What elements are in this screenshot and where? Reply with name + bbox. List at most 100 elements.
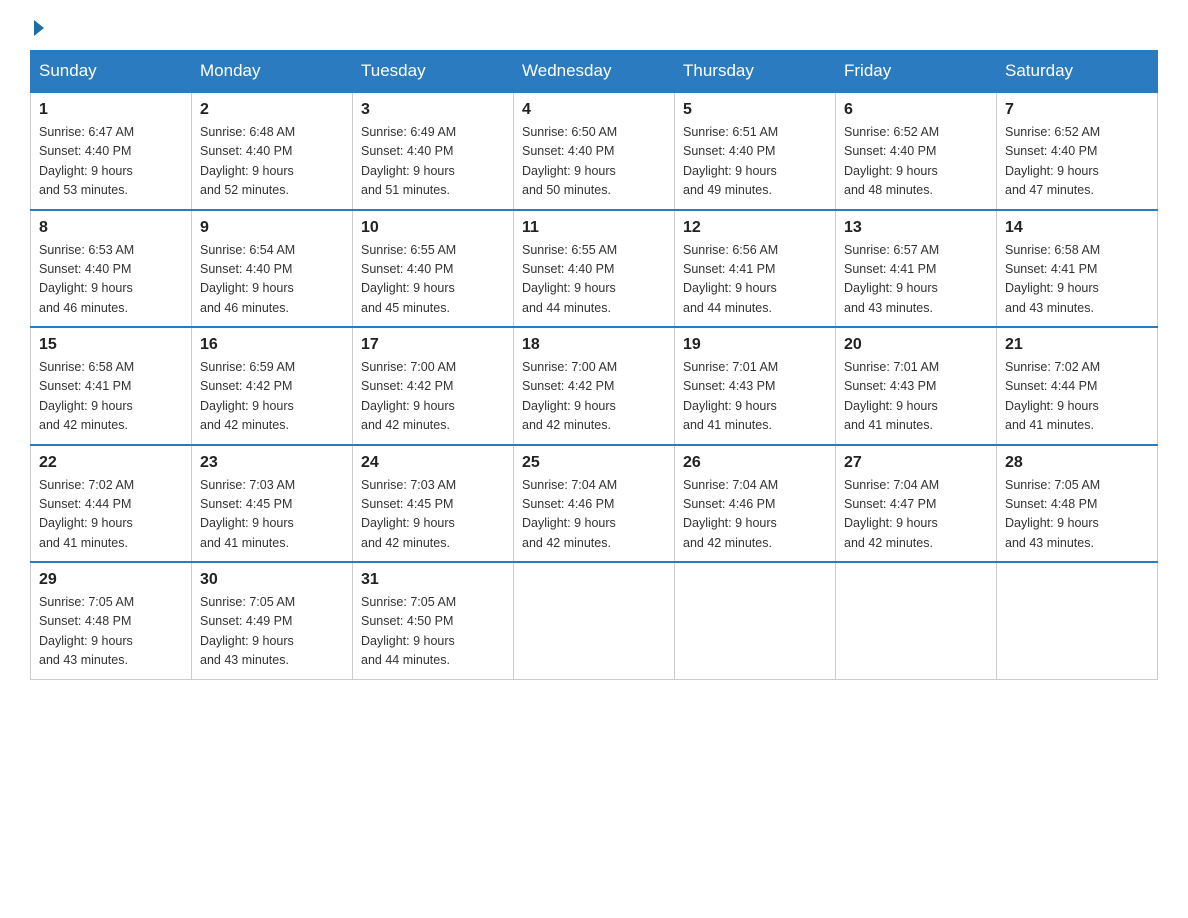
day-info: Sunrise: 6:59 AMSunset: 4:42 PMDaylight:…: [200, 360, 295, 432]
calendar-cell: 28 Sunrise: 7:05 AMSunset: 4:48 PMDaylig…: [997, 445, 1158, 563]
day-number: 6: [844, 101, 988, 119]
calendar-cell: 25 Sunrise: 7:04 AMSunset: 4:46 PMDaylig…: [514, 445, 675, 563]
calendar-header-row: SundayMondayTuesdayWednesdayThursdayFrid…: [31, 51, 1158, 93]
calendar-cell: 5 Sunrise: 6:51 AMSunset: 4:40 PMDayligh…: [675, 92, 836, 210]
day-number: 25: [522, 454, 666, 472]
calendar-cell: 9 Sunrise: 6:54 AMSunset: 4:40 PMDayligh…: [192, 210, 353, 328]
calendar-cell: 17 Sunrise: 7:00 AMSunset: 4:42 PMDaylig…: [353, 327, 514, 445]
day-info: Sunrise: 6:52 AMSunset: 4:40 PMDaylight:…: [844, 125, 939, 197]
day-info: Sunrise: 7:05 AMSunset: 4:48 PMDaylight:…: [39, 595, 134, 667]
calendar-cell: 1 Sunrise: 6:47 AMSunset: 4:40 PMDayligh…: [31, 92, 192, 210]
day-number: 30: [200, 571, 344, 589]
day-number: 21: [1005, 336, 1149, 354]
day-number: 11: [522, 219, 666, 237]
day-info: Sunrise: 6:55 AMSunset: 4:40 PMDaylight:…: [361, 243, 456, 315]
calendar-cell: 21 Sunrise: 7:02 AMSunset: 4:44 PMDaylig…: [997, 327, 1158, 445]
calendar-cell: 27 Sunrise: 7:04 AMSunset: 4:47 PMDaylig…: [836, 445, 997, 563]
calendar-cell: [514, 562, 675, 679]
day-number: 10: [361, 219, 505, 237]
day-info: Sunrise: 7:05 AMSunset: 4:49 PMDaylight:…: [200, 595, 295, 667]
day-number: 19: [683, 336, 827, 354]
day-number: 27: [844, 454, 988, 472]
calendar-cell: 3 Sunrise: 6:49 AMSunset: 4:40 PMDayligh…: [353, 92, 514, 210]
day-info: Sunrise: 7:04 AMSunset: 4:46 PMDaylight:…: [522, 478, 617, 550]
day-info: Sunrise: 6:57 AMSunset: 4:41 PMDaylight:…: [844, 243, 939, 315]
week-row-2: 8 Sunrise: 6:53 AMSunset: 4:40 PMDayligh…: [31, 210, 1158, 328]
header-wednesday: Wednesday: [514, 51, 675, 93]
day-number: 5: [683, 101, 827, 119]
calendar-cell: 8 Sunrise: 6:53 AMSunset: 4:40 PMDayligh…: [31, 210, 192, 328]
day-number: 3: [361, 101, 505, 119]
day-number: 13: [844, 219, 988, 237]
week-row-1: 1 Sunrise: 6:47 AMSunset: 4:40 PMDayligh…: [31, 92, 1158, 210]
day-number: 2: [200, 101, 344, 119]
calendar-cell: 10 Sunrise: 6:55 AMSunset: 4:40 PMDaylig…: [353, 210, 514, 328]
day-info: Sunrise: 6:53 AMSunset: 4:40 PMDaylight:…: [39, 243, 134, 315]
header-thursday: Thursday: [675, 51, 836, 93]
day-number: 15: [39, 336, 183, 354]
calendar-cell: 31 Sunrise: 7:05 AMSunset: 4:50 PMDaylig…: [353, 562, 514, 679]
day-info: Sunrise: 7:02 AMSunset: 4:44 PMDaylight:…: [39, 478, 134, 550]
logo-blue-text: [30, 20, 44, 34]
day-info: Sunrise: 7:03 AMSunset: 4:45 PMDaylight:…: [200, 478, 295, 550]
logo: [30, 20, 44, 34]
day-info: Sunrise: 6:50 AMSunset: 4:40 PMDaylight:…: [522, 125, 617, 197]
logo-arrow-icon: [34, 20, 44, 36]
calendar-cell: 15 Sunrise: 6:58 AMSunset: 4:41 PMDaylig…: [31, 327, 192, 445]
calendar-cell: 13 Sunrise: 6:57 AMSunset: 4:41 PMDaylig…: [836, 210, 997, 328]
calendar-cell: 12 Sunrise: 6:56 AMSunset: 4:41 PMDaylig…: [675, 210, 836, 328]
day-info: Sunrise: 6:58 AMSunset: 4:41 PMDaylight:…: [39, 360, 134, 432]
calendar-cell: [836, 562, 997, 679]
day-info: Sunrise: 7:00 AMSunset: 4:42 PMDaylight:…: [522, 360, 617, 432]
day-info: Sunrise: 6:54 AMSunset: 4:40 PMDaylight:…: [200, 243, 295, 315]
calendar-cell: 16 Sunrise: 6:59 AMSunset: 4:42 PMDaylig…: [192, 327, 353, 445]
day-info: Sunrise: 6:55 AMSunset: 4:40 PMDaylight:…: [522, 243, 617, 315]
calendar-cell: 24 Sunrise: 7:03 AMSunset: 4:45 PMDaylig…: [353, 445, 514, 563]
calendar-cell: 14 Sunrise: 6:58 AMSunset: 4:41 PMDaylig…: [997, 210, 1158, 328]
calendar-table: SundayMondayTuesdayWednesdayThursdayFrid…: [30, 50, 1158, 680]
day-info: Sunrise: 7:04 AMSunset: 4:46 PMDaylight:…: [683, 478, 778, 550]
header-saturday: Saturday: [997, 51, 1158, 93]
day-info: Sunrise: 7:05 AMSunset: 4:50 PMDaylight:…: [361, 595, 456, 667]
day-number: 20: [844, 336, 988, 354]
day-info: Sunrise: 7:05 AMSunset: 4:48 PMDaylight:…: [1005, 478, 1100, 550]
week-row-4: 22 Sunrise: 7:02 AMSunset: 4:44 PMDaylig…: [31, 445, 1158, 563]
day-number: 7: [1005, 101, 1149, 119]
day-info: Sunrise: 6:58 AMSunset: 4:41 PMDaylight:…: [1005, 243, 1100, 315]
calendar-cell: 19 Sunrise: 7:01 AMSunset: 4:43 PMDaylig…: [675, 327, 836, 445]
day-info: Sunrise: 6:52 AMSunset: 4:40 PMDaylight:…: [1005, 125, 1100, 197]
day-number: 23: [200, 454, 344, 472]
day-number: 14: [1005, 219, 1149, 237]
calendar-cell: 11 Sunrise: 6:55 AMSunset: 4:40 PMDaylig…: [514, 210, 675, 328]
day-number: 26: [683, 454, 827, 472]
calendar-cell: 7 Sunrise: 6:52 AMSunset: 4:40 PMDayligh…: [997, 92, 1158, 210]
header-tuesday: Tuesday: [353, 51, 514, 93]
calendar-cell: [997, 562, 1158, 679]
page-header: [30, 20, 1158, 34]
day-info: Sunrise: 7:04 AMSunset: 4:47 PMDaylight:…: [844, 478, 939, 550]
calendar-cell: 4 Sunrise: 6:50 AMSunset: 4:40 PMDayligh…: [514, 92, 675, 210]
calendar-cell: 29 Sunrise: 7:05 AMSunset: 4:48 PMDaylig…: [31, 562, 192, 679]
calendar-cell: 22 Sunrise: 7:02 AMSunset: 4:44 PMDaylig…: [31, 445, 192, 563]
day-number: 31: [361, 571, 505, 589]
week-row-3: 15 Sunrise: 6:58 AMSunset: 4:41 PMDaylig…: [31, 327, 1158, 445]
day-info: Sunrise: 6:47 AMSunset: 4:40 PMDaylight:…: [39, 125, 134, 197]
day-number: 17: [361, 336, 505, 354]
day-info: Sunrise: 6:56 AMSunset: 4:41 PMDaylight:…: [683, 243, 778, 315]
day-number: 9: [200, 219, 344, 237]
calendar-cell: 18 Sunrise: 7:00 AMSunset: 4:42 PMDaylig…: [514, 327, 675, 445]
day-number: 16: [200, 336, 344, 354]
calendar-cell: [675, 562, 836, 679]
day-info: Sunrise: 7:03 AMSunset: 4:45 PMDaylight:…: [361, 478, 456, 550]
calendar-cell: 2 Sunrise: 6:48 AMSunset: 4:40 PMDayligh…: [192, 92, 353, 210]
calendar-cell: 23 Sunrise: 7:03 AMSunset: 4:45 PMDaylig…: [192, 445, 353, 563]
day-info: Sunrise: 7:01 AMSunset: 4:43 PMDaylight:…: [683, 360, 778, 432]
week-row-5: 29 Sunrise: 7:05 AMSunset: 4:48 PMDaylig…: [31, 562, 1158, 679]
day-number: 24: [361, 454, 505, 472]
day-number: 22: [39, 454, 183, 472]
day-info: Sunrise: 7:00 AMSunset: 4:42 PMDaylight:…: [361, 360, 456, 432]
calendar-cell: 26 Sunrise: 7:04 AMSunset: 4:46 PMDaylig…: [675, 445, 836, 563]
day-info: Sunrise: 6:49 AMSunset: 4:40 PMDaylight:…: [361, 125, 456, 197]
header-monday: Monday: [192, 51, 353, 93]
day-number: 4: [522, 101, 666, 119]
